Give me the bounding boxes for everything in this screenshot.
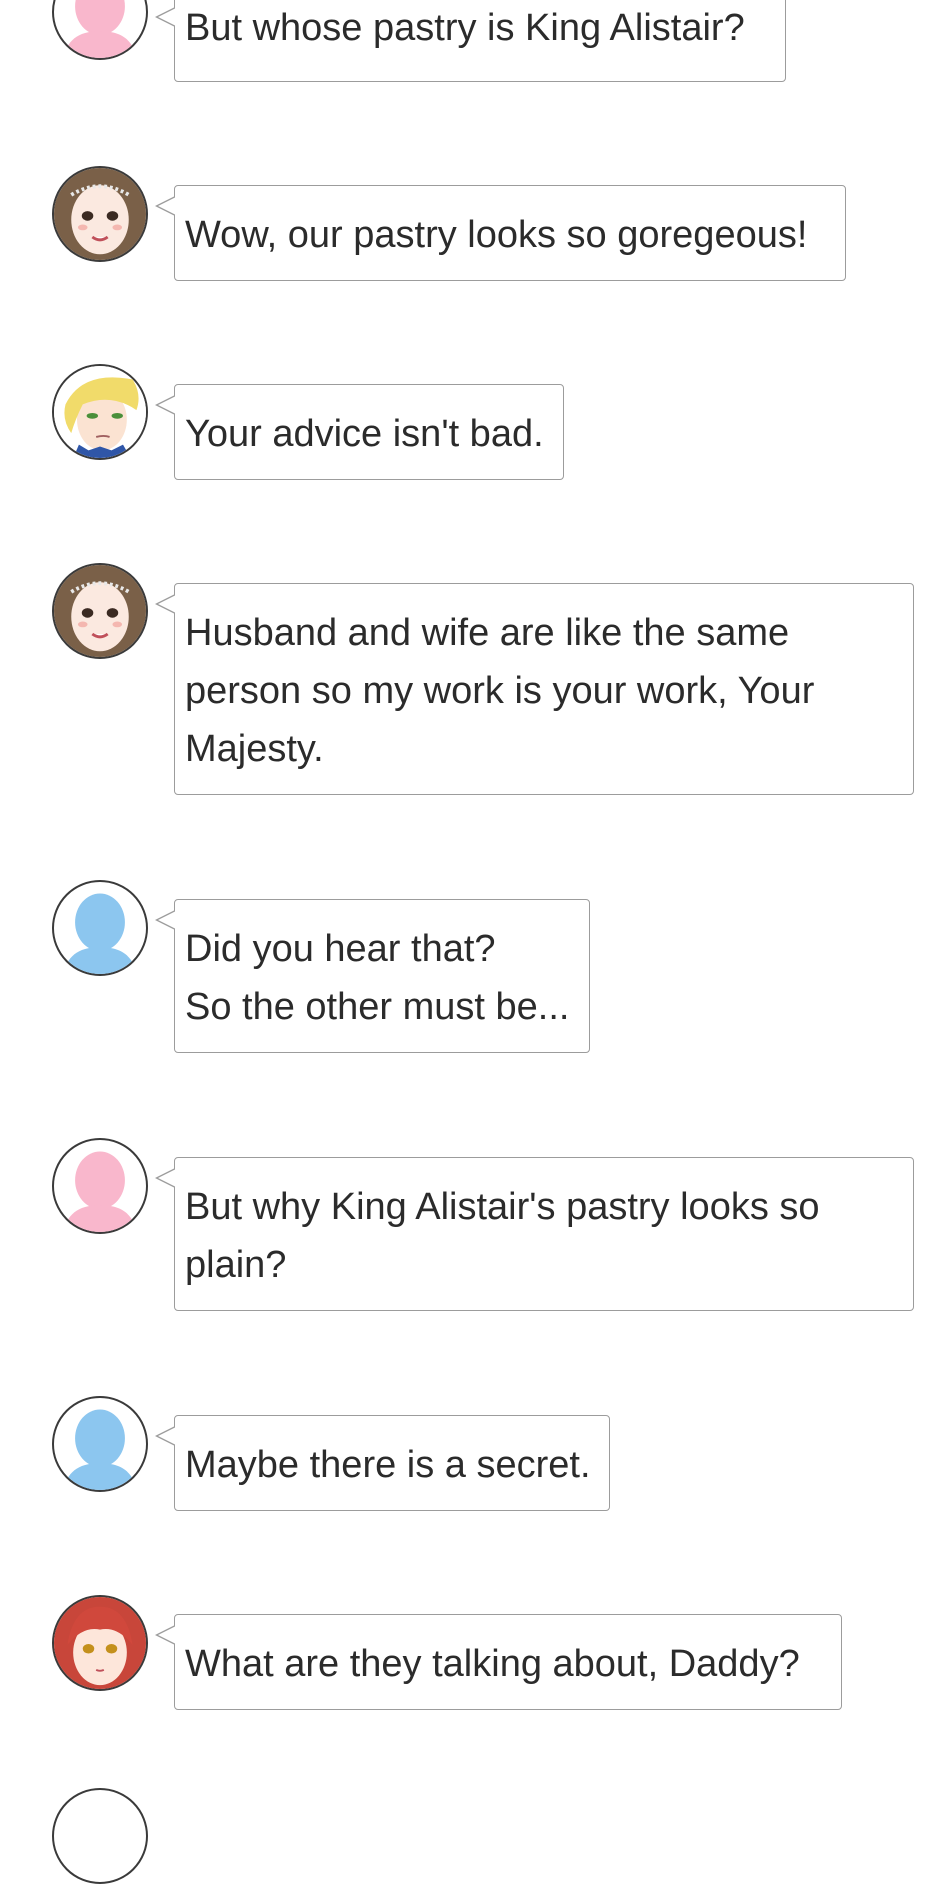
person-silhouette-icon [63,1409,137,1490]
speech-bubble: Did you hear that? So the other must be.… [155,899,590,1053]
speech-bubble: But why King Alistair's pastry looks so … [155,1157,914,1311]
partial-avatar [52,1788,148,1884]
speech-bubble: But whose pastry is King Alistair? [155,0,786,82]
speech-bubble: Maybe there is a secret. [155,1415,610,1511]
blue-silhouette-avatar [52,880,148,976]
queen-face-icon [54,565,146,657]
queen-avatar [52,166,148,262]
girl-face-icon [54,1597,146,1689]
red-haired-girl-avatar [52,1595,148,1691]
king-face-icon [54,366,146,458]
speech-bubble: Your advice isn't bad. [155,384,564,480]
person-silhouette-icon [63,1151,137,1232]
queen-face-icon [54,168,146,260]
queen-avatar [52,563,148,659]
person-silhouette-icon [63,0,137,58]
blond-king-avatar [52,364,148,460]
pink-silhouette-avatar [52,0,148,60]
speech-bubble: Wow, our pastry looks so goregeous! [155,185,846,281]
pink-silhouette-avatar [52,1138,148,1234]
speech-bubble: What are they talking about, Daddy? [155,1614,842,1710]
person-silhouette-icon [63,893,137,974]
blue-silhouette-avatar [52,1396,148,1492]
speech-bubble: Husband and wife are like the same perso… [155,583,914,795]
